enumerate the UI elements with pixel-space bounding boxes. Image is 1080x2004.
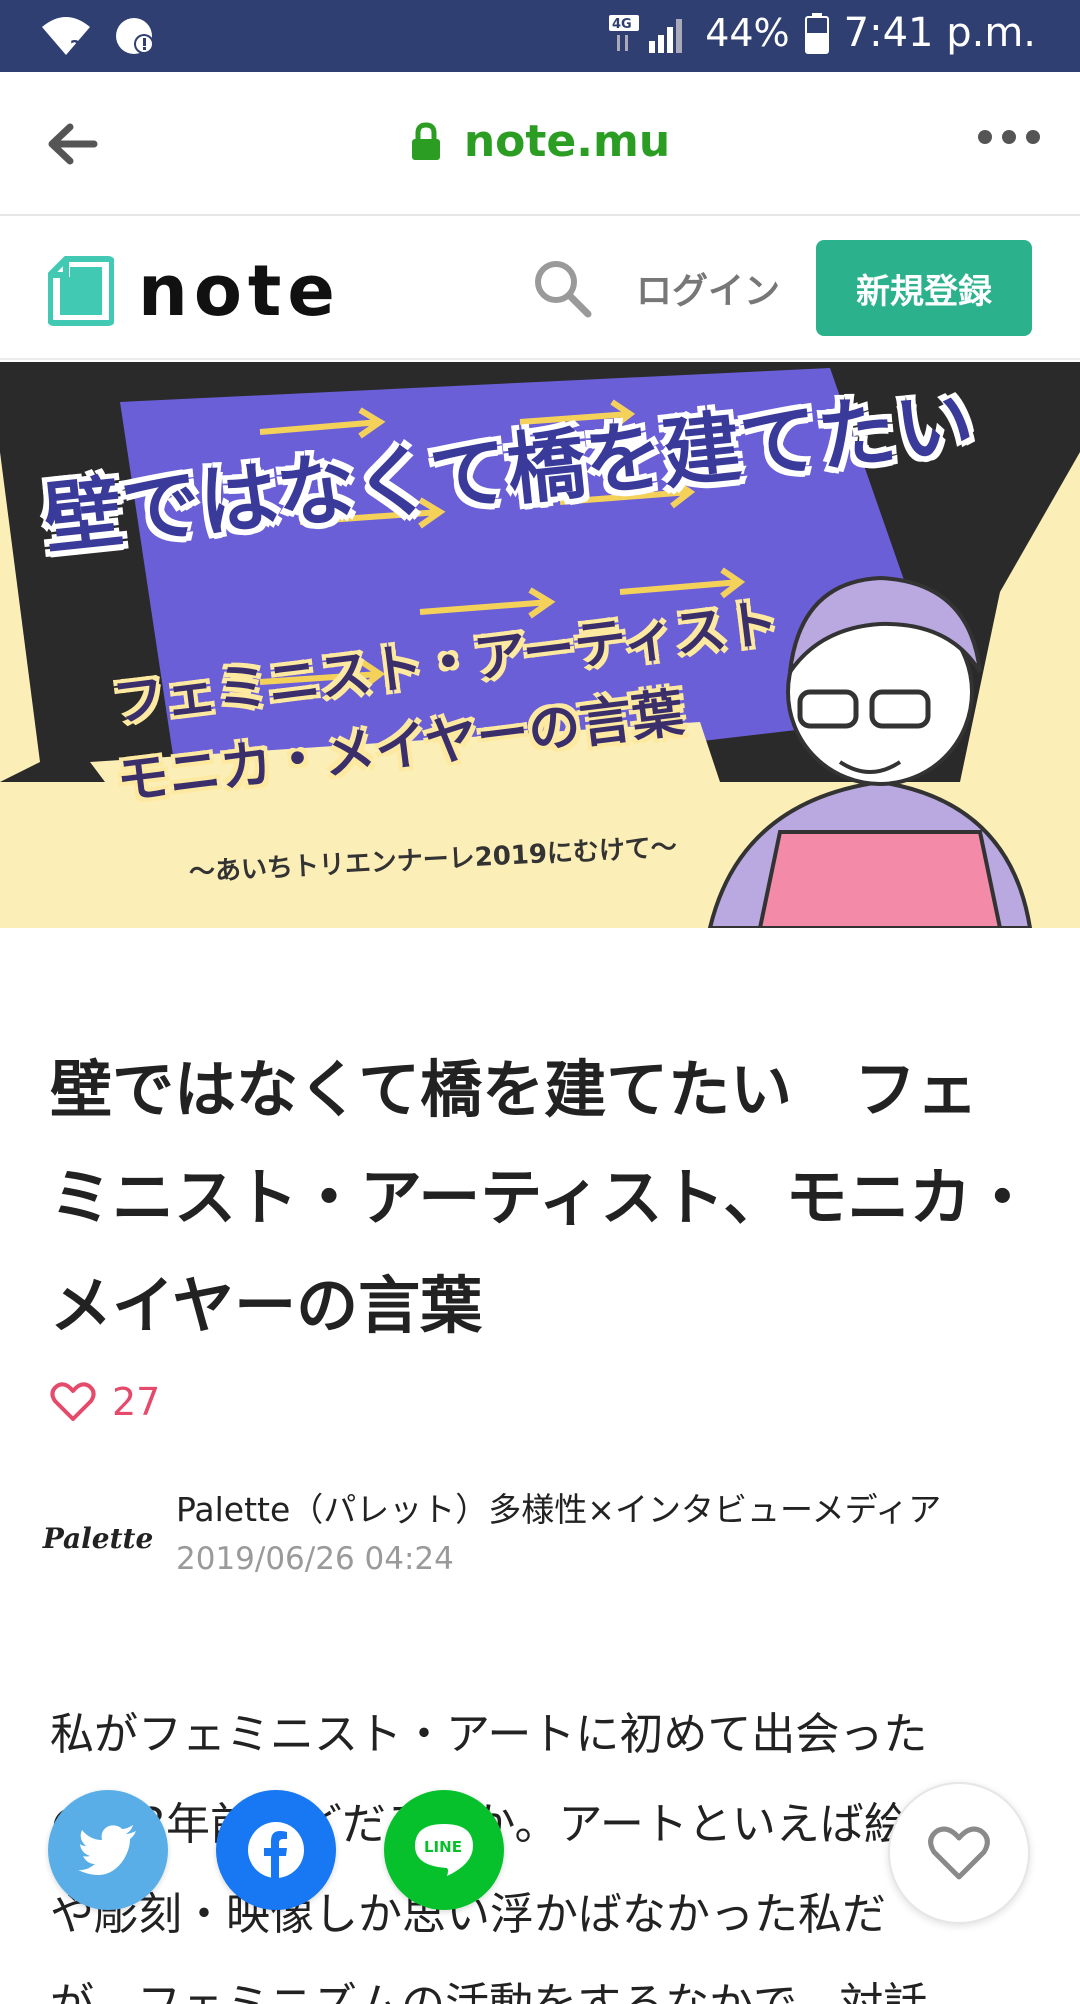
alert-icon bbox=[116, 18, 154, 54]
url-text: note.mu bbox=[463, 116, 671, 167]
lock-icon bbox=[411, 121, 440, 160]
line-icon: LINE bbox=[415, 1824, 473, 1876]
heart-icon bbox=[50, 1382, 96, 1421]
status-bar: ? 4G 44% 7:41 p.m. bbox=[0, 0, 1080, 72]
network-type: 4G bbox=[612, 17, 632, 32]
battery-icon bbox=[804, 13, 829, 54]
like-count[interactable]: 27 bbox=[50, 1380, 160, 1424]
search-icon bbox=[535, 261, 592, 318]
twitter-share-button[interactable] bbox=[48, 1790, 168, 1910]
browser-bar: note.mu bbox=[0, 72, 1080, 216]
url-bar[interactable]: note.mu bbox=[0, 116, 1080, 167]
search-button[interactable] bbox=[532, 258, 594, 320]
article-banner-image: 壁ではなくて橋を建てたい フェミニスト・アーティスト モニカ・メイヤーの言葉 〜… bbox=[0, 362, 1080, 928]
article-title: 壁ではなくて橋を建てたい フェミニスト・アーティスト、モニカ・メイヤーの言葉 bbox=[50, 1053, 1034, 1342]
facebook-share-button[interactable] bbox=[216, 1790, 336, 1910]
status-left: ? bbox=[40, 14, 158, 58]
note-logo[interactable]: note bbox=[48, 250, 341, 332]
logo-text: note bbox=[138, 250, 341, 332]
author-name[interactable]: Palette（パレット）多様性×インタビューメディア bbox=[176, 1486, 941, 1534]
login-link[interactable]: ログイン bbox=[636, 262, 780, 314]
facebook-icon bbox=[248, 1822, 304, 1878]
battery-percent: 44% bbox=[705, 11, 790, 55]
like-count-value: 27 bbox=[112, 1380, 161, 1424]
author-meta: Palette（パレット）多様性×インタビューメディア 2019/06/26 0… bbox=[176, 1486, 941, 1584]
like-button[interactable] bbox=[888, 1782, 1030, 1924]
more-icon bbox=[978, 130, 992, 144]
twitter-icon bbox=[78, 1825, 136, 1875]
avatar[interactable]: Palette bbox=[43, 1490, 153, 1586]
heart-icon bbox=[928, 1826, 990, 1880]
note-logo-icon bbox=[48, 256, 114, 326]
svg-text:?: ? bbox=[70, 37, 80, 57]
wifi-icon: ? bbox=[42, 17, 90, 57]
svg-text:LINE: LINE bbox=[424, 1838, 462, 1856]
clock: 7:41 p.m. bbox=[843, 10, 1036, 56]
signup-button[interactable]: 新規登録 bbox=[816, 240, 1032, 336]
site-header: note ログイン 新規登録 bbox=[0, 216, 1080, 360]
more-button[interactable] bbox=[978, 130, 1040, 144]
publish-date: 2019/06/26 04:24 bbox=[176, 1541, 454, 1577]
line-share-button[interactable]: LINE bbox=[384, 1790, 504, 1910]
author-block[interactable]: Palette Palette（パレット）多様性×インタビューメディア 2019… bbox=[43, 1486, 941, 1586]
signal-icon: 4G bbox=[609, 15, 683, 53]
status-right: 4G 44% 7:41 p.m. bbox=[609, 10, 1036, 56]
